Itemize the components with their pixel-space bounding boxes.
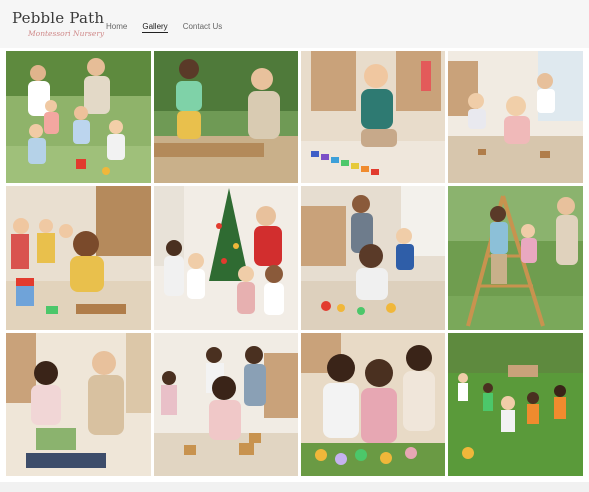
nav-gallery-link[interactable]: Gallery [142, 22, 168, 33]
gallery-photo-11[interactable] [301, 333, 445, 476]
gallery-photo-9[interactable] [6, 333, 151, 476]
brand-name: Pebble Path [12, 9, 105, 27]
gallery-photo-4[interactable] [448, 51, 583, 183]
gallery-photo-1[interactable] [6, 51, 151, 183]
gallery-photo-7[interactable] [301, 186, 445, 330]
gallery-photo-10[interactable] [154, 333, 298, 476]
footer-bar [0, 482, 589, 492]
site-header: Pebble Path Montessori Nursery Home Gall… [0, 0, 589, 48]
gallery-photo-8[interactable] [448, 186, 583, 330]
brand-tagline: Montessori Nursery [28, 29, 105, 38]
gallery-photo-3[interactable] [301, 51, 445, 183]
nav-home-link[interactable]: Home [106, 22, 127, 33]
brand-logo[interactable]: Pebble Path Montessori Nursery [12, 9, 104, 38]
gallery-photo-5[interactable] [6, 186, 151, 330]
nav-contact-link[interactable]: Contact Us [183, 22, 223, 33]
main-nav: Home Gallery Contact Us [106, 22, 222, 33]
photo-gallery [6, 51, 583, 476]
gallery-photo-12[interactable] [448, 333, 583, 476]
gallery-photo-6[interactable] [154, 186, 298, 330]
gallery-photo-2[interactable] [154, 51, 298, 183]
